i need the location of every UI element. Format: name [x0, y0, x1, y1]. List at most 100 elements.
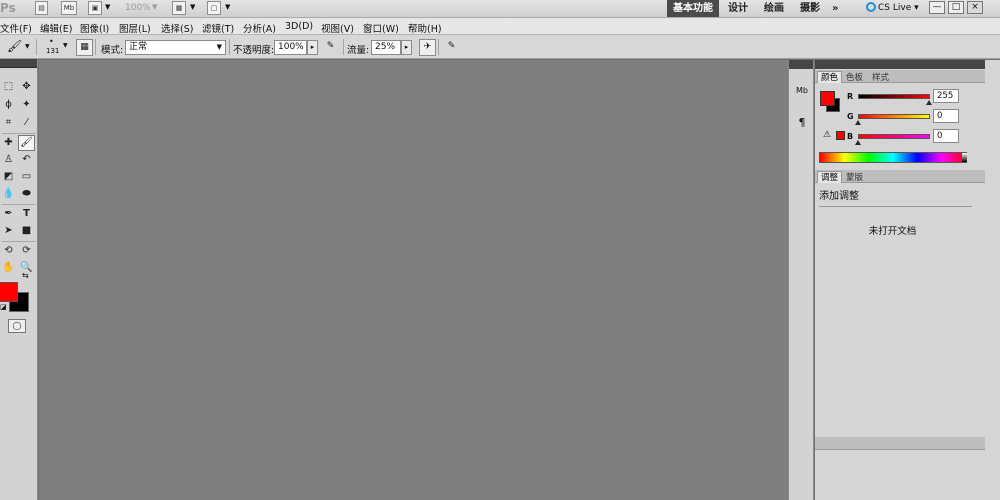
eraser-tool-icon[interactable]: ◩: [0, 169, 17, 185]
move-tool-icon[interactable]: ✥: [18, 79, 35, 95]
toolbox: ⬚ ✥ ϕ ✦ ⌗ ⁄ ✚ 🖌 ♙ ↶ ◩ ▭ 💧 ⬬ ✒ T ➤ ■ ⟲ ⟳ …: [0, 59, 38, 500]
tab-masks[interactable]: 蒙版: [842, 171, 867, 183]
tablet-opacity-icon[interactable]: ✎: [322, 39, 339, 56]
frame-icon[interactable]: ▣: [88, 1, 102, 15]
marquee-tool-icon[interactable]: ⬚: [0, 79, 17, 95]
field-r[interactable]: 255: [933, 89, 959, 103]
mini-bridge-button[interactable]: Mb: [61, 1, 77, 15]
menu-view[interactable]: 视图(V): [321, 21, 354, 35]
flow-slider-arrow[interactable]: ▸: [401, 40, 412, 55]
chevron-down-icon[interactable]: ▼: [63, 42, 68, 49]
slider-r[interactable]: [858, 94, 930, 99]
menu-file[interactable]: 文件(F): [0, 21, 32, 35]
chevron-down-icon[interactable]: ▼: [105, 3, 110, 11]
swap-colors-icon[interactable]: ⇆: [22, 271, 29, 280]
3d-rotate-tool-icon[interactable]: ⟲: [0, 243, 17, 259]
menu-3d[interactable]: 3D(D): [285, 21, 313, 32]
tab-styles[interactable]: 样式: [868, 71, 893, 83]
dodge-tool-icon[interactable]: ⬬: [18, 186, 35, 202]
lasso-tool-icon[interactable]: ϕ: [0, 97, 17, 113]
separator: [343, 39, 344, 55]
clone-stamp-tool-icon[interactable]: ♙: [0, 152, 17, 168]
gamut-warning-icon[interactable]: ⚠: [823, 130, 831, 140]
separator: [438, 39, 439, 55]
crop-tool-icon[interactable]: ⌗: [0, 115, 17, 131]
workspace-painting[interactable]: 绘画: [758, 0, 790, 17]
strip-header[interactable]: [789, 60, 813, 69]
foreground-color-swatch[interactable]: [0, 282, 18, 302]
chevron-down-icon[interactable]: ▼: [25, 43, 30, 50]
slider-b[interactable]: [858, 134, 930, 139]
menu-image[interactable]: 图像(I): [80, 21, 109, 35]
cs-live-icon: [866, 2, 876, 12]
gamut-color-swatch[interactable]: [836, 131, 845, 140]
opacity-slider-arrow[interactable]: ▸: [307, 40, 318, 55]
screen-mode-icon[interactable]: ▢: [207, 1, 221, 15]
tab-color[interactable]: 颜色: [817, 71, 843, 83]
flow-field[interactable]: 25%: [371, 40, 401, 55]
type-tool-icon[interactable]: T: [18, 206, 35, 222]
menu-analysis[interactable]: 分析(A): [243, 21, 276, 35]
default-colors-icon[interactable]: ◪: [0, 303, 7, 311]
document-icon[interactable]: ▤: [35, 1, 48, 15]
document-canvas-area[interactable]: [39, 60, 788, 500]
channel-label-g: G: [847, 112, 854, 121]
pen-tool-icon[interactable]: ✒: [0, 206, 17, 222]
more-workspaces-button[interactable]: »: [826, 0, 844, 17]
character-panel-button[interactable]: ¶: [793, 113, 811, 131]
slider-b-thumb[interactable]: [855, 140, 861, 145]
path-selection-tool-icon[interactable]: ➤: [0, 223, 17, 239]
cs-live-button[interactable]: CS Live ▾: [866, 2, 919, 13]
close-button[interactable]: ×: [967, 1, 983, 14]
slider-g[interactable]: [858, 114, 930, 119]
field-b[interactable]: 0: [933, 129, 959, 143]
zoom-level[interactable]: 100%: [125, 3, 151, 13]
brush-tool-icon[interactable]: 🖌: [18, 135, 35, 151]
eyedropper-tool-icon[interactable]: ⁄: [18, 115, 35, 131]
menu-select[interactable]: 选择(S): [161, 21, 193, 35]
minimize-button[interactable]: —: [929, 1, 945, 14]
menu-edit[interactable]: 编辑(E): [40, 21, 72, 35]
menu-layer[interactable]: 图层(L): [119, 21, 151, 35]
gradient-tool-icon[interactable]: ▭: [18, 169, 35, 185]
cs-live-label: CS Live: [878, 3, 912, 13]
chevron-down-icon[interactable]: ▼: [152, 3, 157, 11]
healing-brush-tool-icon[interactable]: ✚: [0, 135, 17, 151]
foreground-color-swatch[interactable]: [820, 91, 835, 106]
mini-bridge-panel-button[interactable]: Mb: [793, 81, 811, 99]
tab-adjustments[interactable]: 调整: [817, 171, 843, 183]
airbrush-button[interactable]: ✈: [419, 39, 436, 56]
workspace-essentials[interactable]: 基本功能: [667, 0, 719, 17]
mode-select[interactable]: 正常 ▼: [125, 40, 226, 55]
slider-r-thumb[interactable]: [926, 100, 932, 105]
slider-g-thumb[interactable]: [855, 120, 861, 125]
separator: [2, 133, 36, 134]
brush-size[interactable]: 131: [46, 47, 59, 55]
menu-filter[interactable]: 滤镜(T): [202, 21, 234, 35]
quick-selection-tool-icon[interactable]: ✦: [18, 97, 35, 113]
menu-window[interactable]: 窗口(W): [363, 21, 399, 35]
tablet-size-icon[interactable]: ✎: [443, 39, 460, 56]
brush-tool-icon[interactable]: 🖌: [7, 39, 22, 53]
hand-tool-icon[interactable]: ✋: [0, 260, 17, 276]
workspace-design[interactable]: 设计: [722, 0, 754, 17]
quick-mask-button[interactable]: ◯: [8, 319, 26, 333]
history-brush-tool-icon[interactable]: ↶: [18, 152, 35, 168]
color-spectrum-ramp[interactable]: [819, 152, 967, 163]
field-g[interactable]: 0: [933, 109, 959, 123]
3d-orbit-tool-icon[interactable]: ⟳: [18, 243, 35, 259]
maximize-button[interactable]: □: [948, 1, 964, 14]
opacity-field[interactable]: 100%: [274, 40, 307, 55]
shape-tool-icon[interactable]: ■: [18, 223, 35, 239]
chevron-down-icon[interactable]: ▼: [190, 3, 195, 11]
brush-panel-toggle[interactable]: ▦: [76, 39, 93, 56]
chevron-down-icon: ▼: [216, 43, 222, 51]
tab-swatches[interactable]: 色板: [842, 71, 867, 83]
blur-tool-icon[interactable]: 💧: [0, 186, 17, 202]
chevron-down-icon[interactable]: ▼: [225, 3, 230, 11]
panels-header[interactable]: [815, 60, 1000, 69]
toolbox-header[interactable]: [0, 59, 37, 68]
menu-help[interactable]: 帮助(H): [408, 21, 442, 35]
workspace-photography[interactable]: 摄影: [794, 0, 826, 17]
arrange-documents-icon[interactable]: ▦: [172, 1, 186, 15]
